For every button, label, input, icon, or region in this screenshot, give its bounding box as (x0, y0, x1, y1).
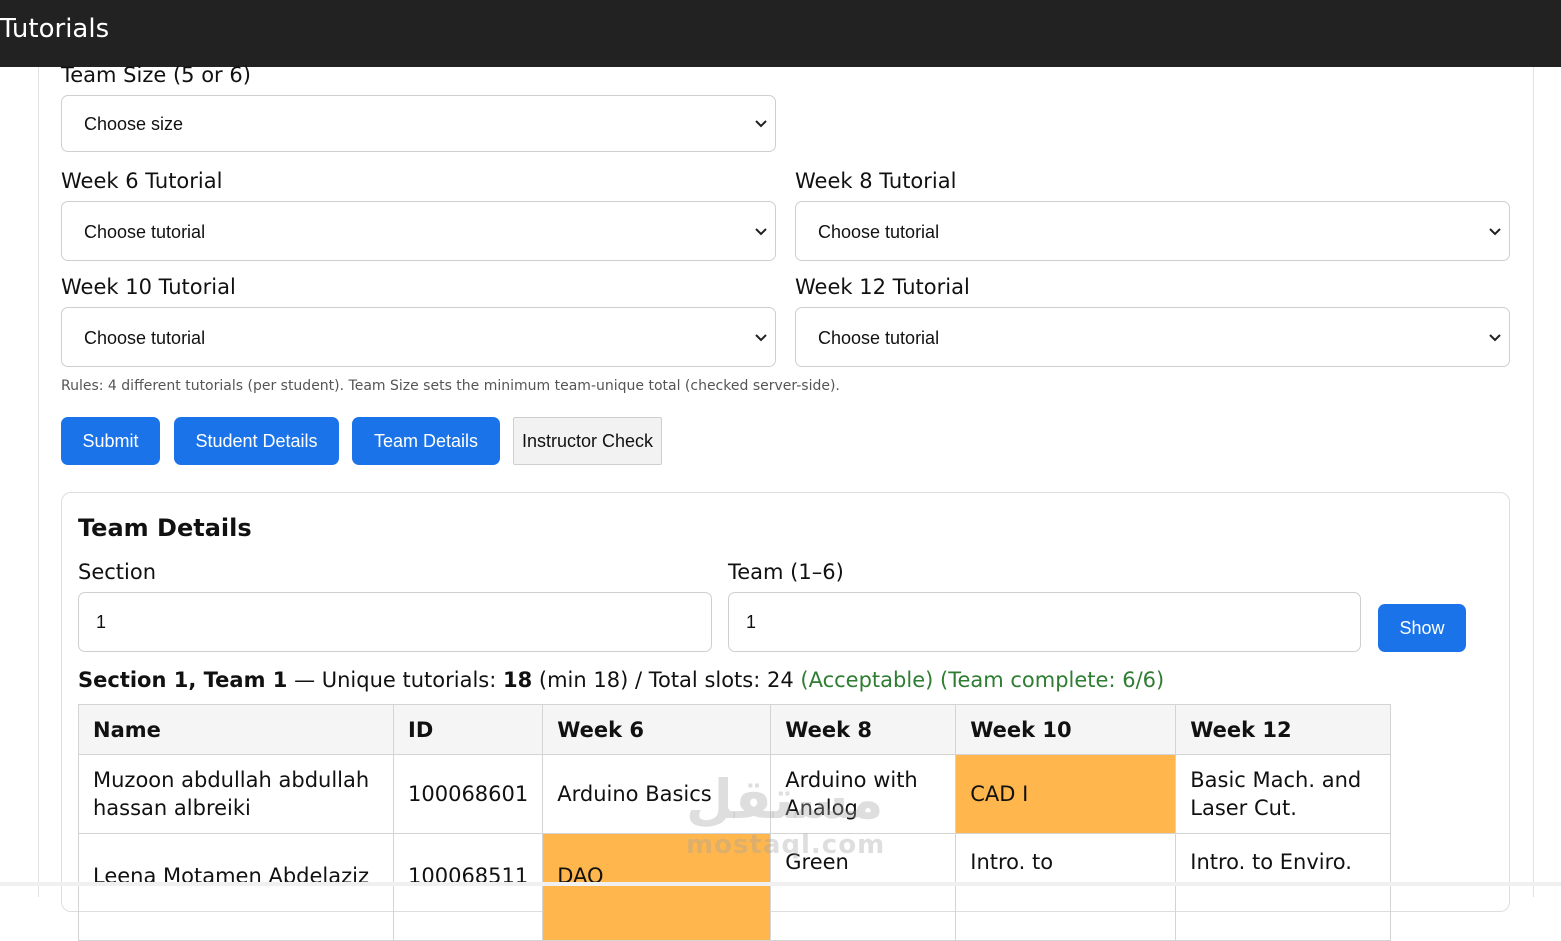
app-title: Tutorials (0, 14, 110, 44)
cell-week10-duplicate: CAD I (955, 754, 1177, 834)
summary-heading: Section 1, Team 1 (78, 668, 288, 692)
team-details-button[interactable]: Team Details (352, 417, 500, 465)
chevron-down-icon (1489, 228, 1501, 236)
team-value: 1 (746, 612, 757, 632)
watermark-ar: مستقل (686, 768, 884, 831)
section-value: 1 (96, 612, 107, 632)
section-input[interactable]: 1 (78, 592, 712, 652)
week8-select[interactable]: Choose tutorial (795, 201, 1510, 261)
rules-text: Rules: 4 different tutorials (per studen… (61, 378, 840, 394)
col-header-week8: Week 8 (770, 704, 957, 755)
col-header-week12: Week 12 (1175, 704, 1392, 755)
watermark-en: mostaql.com (686, 830, 886, 860)
col-header-week10: Week 10 (955, 704, 1177, 755)
summary-complete: (Team complete: 6/6) (940, 668, 1165, 692)
col-header-week6: Week 6 (542, 704, 772, 755)
week12-select[interactable]: Choose tutorial (795, 307, 1510, 367)
week12-value: Choose tutorial (818, 328, 940, 348)
col-header-id: ID (392, 704, 544, 755)
submit-button[interactable]: Submit (61, 417, 160, 465)
summary-unique-prefix: — Unique tutorials: (287, 668, 503, 692)
cell-name: Leena Motamen Abdelaziz (78, 833, 394, 941)
team-details-title: Team Details (78, 514, 252, 542)
cell-name: Muzoon abdullah abdullah hassan albreiki (78, 754, 394, 834)
week8-label: Week 8 Tutorial (795, 169, 957, 193)
chevron-down-icon (1489, 334, 1501, 342)
table-header-row: Name ID Week 6 Week 8 Week 10 Week 12 (78, 704, 1392, 755)
week10-label: Week 10 Tutorial (61, 275, 236, 299)
chevron-down-icon (755, 228, 767, 236)
instructor-check-button[interactable]: Instructor Check (513, 417, 662, 465)
week8-value: Choose tutorial (818, 222, 940, 242)
week12-label: Week 12 Tutorial (795, 275, 970, 299)
summary-acceptable: (Acceptable) (800, 668, 934, 692)
cell-id: 100068601 (392, 754, 544, 834)
section-label: Section (78, 560, 157, 584)
week10-select[interactable]: Choose tutorial (61, 307, 776, 367)
team-size-value: Choose size (84, 114, 184, 134)
cell-week10: Intro. to (955, 833, 1177, 941)
cell-week12: Basic Mach. and Laser Cut. (1175, 754, 1392, 834)
week6-select[interactable]: Choose tutorial (61, 201, 776, 261)
cell-id: 100068511 (392, 833, 544, 941)
team-label: Team (1–6) (728, 560, 844, 584)
scroll-edge (0, 882, 1561, 886)
week6-label: Week 6 Tutorial (61, 169, 223, 193)
cell-week12: Intro. to Enviro. (1175, 833, 1392, 941)
chevron-down-icon (755, 120, 767, 128)
app-header: Tutorials (0, 0, 1561, 67)
student-details-button[interactable]: Student Details (174, 417, 339, 465)
watermark-logo: مستقل mostaql.com (686, 768, 886, 861)
team-input[interactable]: 1 (728, 592, 1361, 652)
chevron-down-icon (755, 334, 767, 342)
team-summary: Section 1, Team 1 — Unique tutorials: 18… (78, 668, 1164, 692)
week10-value: Choose tutorial (84, 328, 206, 348)
col-header-name: Name (78, 704, 394, 755)
show-button[interactable]: Show (1378, 604, 1466, 652)
team-size-select[interactable]: Choose size (61, 95, 776, 152)
summary-rest: (min 18) / Total slots: 24 (532, 668, 801, 692)
week6-value: Choose tutorial (84, 222, 206, 242)
team-size-label: Team Size (5 or 6) (61, 63, 251, 87)
summary-unique-count: 18 (503, 668, 533, 692)
